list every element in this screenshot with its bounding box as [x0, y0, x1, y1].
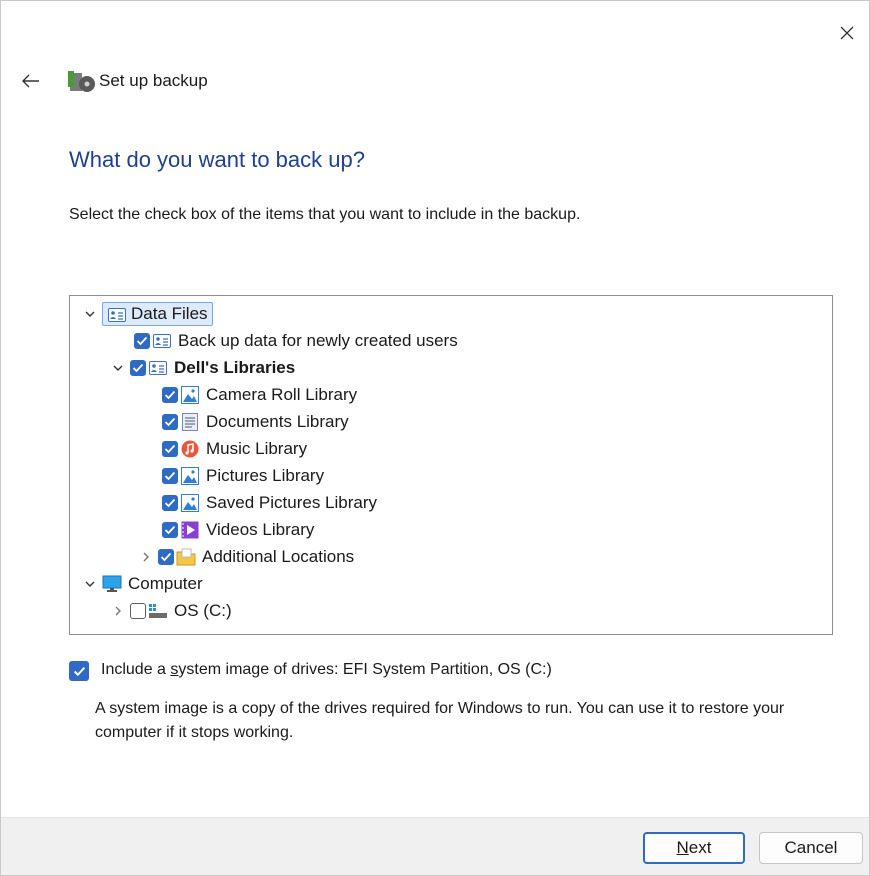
tree-item-new-users[interactable]: Back up data for newly created users — [134, 328, 458, 354]
check-icon — [164, 417, 176, 427]
music-library-icon — [180, 439, 200, 459]
additional-locations-checkbox[interactable] — [158, 549, 174, 565]
chevron-down-icon[interactable] — [82, 306, 98, 322]
new-users-label: Back up data for newly created users — [178, 331, 458, 350]
document-library-icon — [180, 412, 200, 432]
camera-roll-label: Camera Roll Library — [206, 385, 358, 404]
computer-label: Computer — [128, 574, 203, 593]
instruction-text: Select the check box of the items that y… — [69, 206, 581, 223]
chevron-right-icon[interactable] — [110, 603, 126, 619]
user-libraries-label: Dell's Libraries — [174, 358, 296, 377]
back-button[interactable] — [13, 63, 49, 99]
music-label: Music Library — [206, 439, 308, 458]
user-card-icon — [152, 331, 172, 351]
chevron-down-icon[interactable] — [110, 360, 126, 376]
video-library-icon — [180, 520, 200, 540]
next-button[interactable]: Next — [643, 832, 745, 864]
user-folder-icon — [107, 305, 127, 325]
tree-item-computer[interactable]: Computer — [82, 571, 203, 597]
check-icon — [164, 390, 176, 400]
user-libraries-checkbox[interactable] — [130, 360, 146, 376]
music-checkbox[interactable] — [162, 441, 178, 457]
cancel-button[interactable]: Cancel — [759, 832, 863, 864]
setup-backup-dialog: Set up backup What do you want to back u… — [0, 0, 870, 876]
os-drive-label: OS (C:) — [174, 601, 232, 620]
check-icon — [164, 444, 176, 454]
picture-library-icon — [180, 493, 200, 513]
system-image-checkbox[interactable] — [69, 661, 89, 681]
window-title: Set up backup — [99, 71, 208, 90]
tree-item-pictures[interactable]: Pictures Library — [162, 463, 324, 489]
chevron-down-icon[interactable] — [82, 576, 98, 592]
computer-icon — [102, 574, 122, 594]
close-icon — [840, 26, 854, 40]
folder-icon — [176, 547, 196, 567]
additional-locations-label: Additional Locations — [202, 547, 355, 566]
saved-pictures-checkbox[interactable] — [162, 495, 178, 511]
tree-item-documents[interactable]: Documents Library — [162, 409, 349, 435]
tree-item-data-files[interactable]: Data Files — [82, 301, 213, 327]
system-image-description: A system image is a copy of the drives r… — [95, 700, 785, 741]
check-icon — [132, 363, 144, 373]
pictures-label: Pictures Library — [206, 466, 325, 485]
user-card-icon — [148, 358, 168, 378]
documents-label: Documents Library — [206, 412, 349, 431]
tree-item-os-drive[interactable]: OS (C:) — [110, 598, 232, 624]
tree-item-videos[interactable]: Videos Library — [162, 517, 314, 543]
tree-item-user-libraries[interactable]: Dell's Libraries — [110, 355, 295, 381]
tree-item-saved-pictures[interactable]: Saved Pictures Library — [162, 490, 377, 516]
camera-roll-checkbox[interactable] — [162, 387, 178, 403]
back-arrow-icon — [22, 74, 39, 88]
picture-library-icon — [180, 466, 200, 486]
system-image-label[interactable]: Include a system image of drives: EFI Sy… — [101, 661, 552, 679]
tree-item-music[interactable]: Music Library — [162, 436, 307, 462]
chevron-right-icon[interactable] — [138, 549, 154, 565]
tree-item-additional-locations[interactable]: Additional Locations — [138, 544, 354, 570]
check-icon — [164, 471, 176, 481]
tree-item-camera-roll[interactable]: Camera Roll Library — [162, 382, 357, 408]
data-files-label: Data Files — [102, 302, 213, 326]
picture-library-icon — [180, 385, 200, 405]
os-drive-checkbox[interactable] — [130, 603, 146, 619]
check-icon — [160, 552, 172, 562]
drive-icon — [148, 601, 168, 621]
close-button[interactable] — [831, 17, 863, 49]
new-users-checkbox[interactable] — [134, 333, 150, 349]
backup-app-icon — [65, 67, 97, 95]
pictures-checkbox[interactable] — [162, 468, 178, 484]
check-icon — [136, 336, 148, 346]
videos-label: Videos Library — [206, 520, 315, 539]
check-icon — [164, 525, 176, 535]
saved-pictures-label: Saved Pictures Library — [206, 493, 378, 512]
check-icon — [164, 498, 176, 508]
documents-checkbox[interactable] — [162, 414, 178, 430]
page-heading: What do you want to back up? — [69, 147, 365, 172]
videos-checkbox[interactable] — [162, 522, 178, 538]
check-icon — [73, 666, 85, 676]
backup-items-tree[interactable]: Data Files Back up data for newly create… — [69, 295, 833, 635]
